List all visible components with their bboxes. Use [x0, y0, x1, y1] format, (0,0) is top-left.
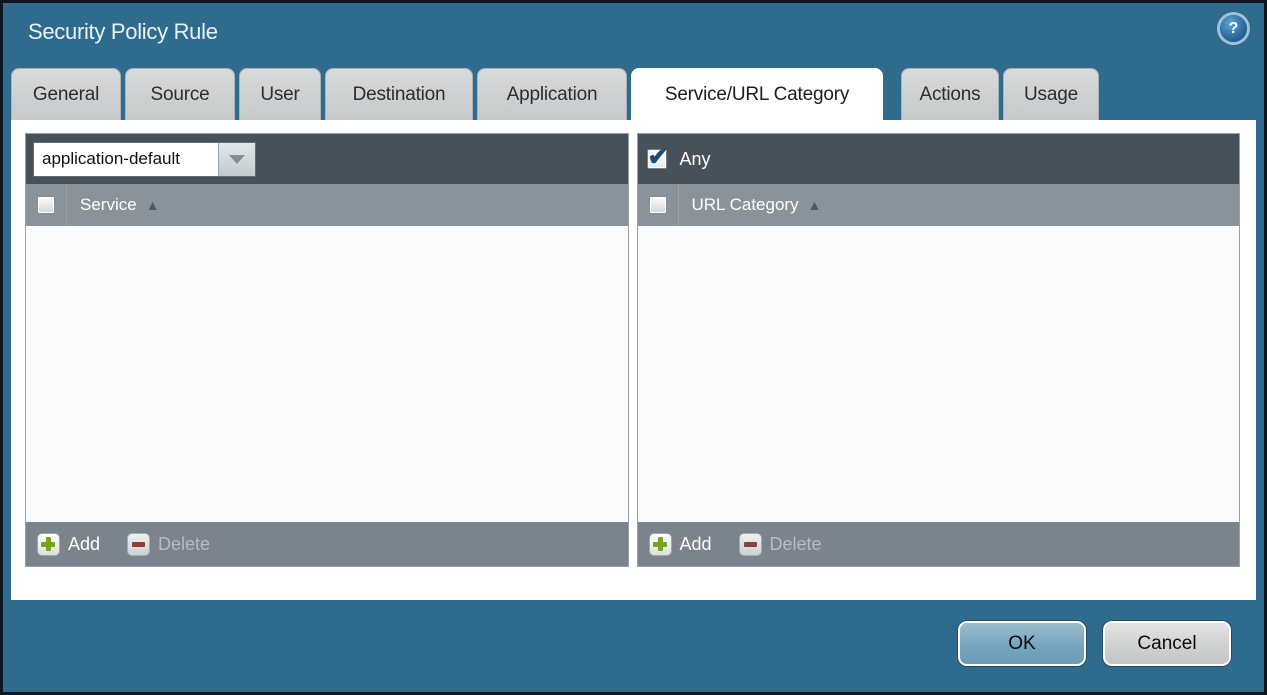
- url-category-panel: Any URL Category ▲ Add: [637, 133, 1241, 567]
- ok-button[interactable]: OK: [958, 621, 1086, 666]
- minus-icon: [127, 533, 150, 556]
- url-category-select-all-cell: [638, 196, 678, 214]
- url-category-column-label: URL Category: [692, 195, 799, 215]
- any-checkbox[interactable]: [647, 149, 667, 169]
- minus-icon: [739, 533, 762, 556]
- tab-label: Service/URL Category: [665, 84, 849, 106]
- plus-icon: [37, 533, 60, 556]
- tab-label: Actions: [920, 84, 981, 106]
- any-label: Any: [680, 149, 711, 170]
- service-type-dropdown[interactable]: [33, 142, 256, 177]
- tab-content-service-url-category: Service ▲ Add Delete: [11, 120, 1256, 600]
- column-separator: [66, 184, 67, 226]
- add-button-label: Add: [680, 534, 712, 555]
- tab-label: Destination: [353, 84, 446, 106]
- sort-ascending-icon: ▲: [146, 197, 160, 213]
- dialog-action-buttons: OK Cancel: [958, 621, 1231, 666]
- service-column-label: Service: [80, 195, 137, 215]
- security-policy-rule-dialog: Security Policy Rule ? General Source Us…: [0, 0, 1267, 695]
- service-panel-footer: Add Delete: [26, 522, 628, 566]
- any-checkbox-row[interactable]: Any: [647, 149, 711, 170]
- tab-label: Application: [507, 84, 598, 106]
- tab-user[interactable]: User: [239, 68, 321, 120]
- dialog-titlebar: Security Policy Rule ?: [3, 3, 1264, 65]
- tab-source[interactable]: Source: [125, 68, 235, 120]
- tab-actions[interactable]: Actions: [901, 68, 999, 120]
- panels-container: Service ▲ Add Delete: [25, 133, 1240, 567]
- service-select-all-checkbox[interactable]: [37, 196, 55, 214]
- url-category-delete-button[interactable]: Delete: [739, 533, 822, 556]
- add-button-label: Add: [68, 534, 100, 555]
- service-delete-button[interactable]: Delete: [127, 533, 210, 556]
- sort-ascending-icon: ▲: [808, 197, 822, 213]
- tab-label: General: [33, 84, 99, 106]
- delete-button-label: Delete: [158, 534, 210, 555]
- column-separator: [678, 184, 679, 226]
- tab-label: Usage: [1024, 84, 1078, 106]
- service-column-header[interactable]: Service ▲: [26, 184, 628, 226]
- service-type-input[interactable]: [34, 143, 218, 176]
- plus-icon: [649, 533, 672, 556]
- service-add-button[interactable]: Add: [37, 533, 100, 556]
- service-panel-topbar: [26, 134, 628, 184]
- chevron-down-icon: [229, 155, 245, 164]
- tab-general[interactable]: General: [11, 68, 121, 120]
- tab-usage[interactable]: Usage: [1003, 68, 1099, 120]
- tab-application[interactable]: Application: [477, 68, 627, 120]
- tab-service-url-category[interactable]: Service/URL Category: [631, 68, 883, 120]
- url-category-list: [638, 226, 1240, 522]
- tab-label: User: [260, 84, 299, 106]
- tab-bar: General Source User Destination Applicat…: [3, 68, 1264, 120]
- url-category-column-header[interactable]: URL Category ▲: [638, 184, 1240, 226]
- service-panel: Service ▲ Add Delete: [25, 133, 629, 567]
- tab-destination[interactable]: Destination: [325, 68, 473, 120]
- delete-button-label: Delete: [770, 534, 822, 555]
- url-category-select-all-checkbox[interactable]: [649, 196, 667, 214]
- url-category-panel-topbar: Any: [638, 134, 1240, 184]
- service-list: [26, 226, 628, 522]
- url-category-panel-footer: Add Delete: [638, 522, 1240, 566]
- service-type-dropdown-button[interactable]: [218, 143, 255, 176]
- dialog-title: Security Policy Rule: [28, 19, 218, 45]
- cancel-button[interactable]: Cancel: [1103, 621, 1231, 666]
- url-category-add-button[interactable]: Add: [649, 533, 712, 556]
- help-icon[interactable]: ?: [1220, 15, 1247, 42]
- tab-label: Source: [150, 84, 209, 106]
- service-select-all-cell: [26, 196, 66, 214]
